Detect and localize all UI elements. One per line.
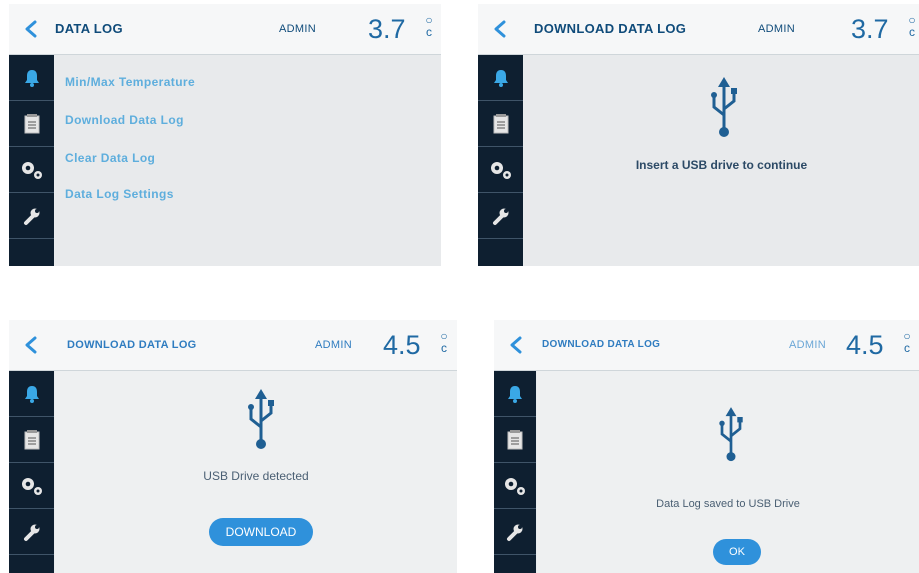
bell-icon <box>493 69 508 87</box>
temperature-unit: ○ c <box>908 13 916 39</box>
temperature-value: 4.5 <box>846 330 884 360</box>
notepad-icon <box>24 113 39 133</box>
menu-list: Min/Max Temperature Download Data Log Cl… <box>55 55 441 266</box>
temperature-unit: ○ c <box>903 329 911 355</box>
temperature-value: 3.7 <box>851 14 889 44</box>
sidebar-item-service[interactable] <box>9 193 54 239</box>
sidebar <box>9 55 54 266</box>
sidebar <box>9 371 54 573</box>
page-title: DATA LOG <box>55 21 123 36</box>
sidebar-item-alarms[interactable] <box>9 371 54 417</box>
menu-item-settings[interactable]: Data Log Settings <box>65 187 174 201</box>
panel-saved: DOWNLOAD DATA LOG ADMIN 4.5 ○ c Data Log… <box>494 320 919 573</box>
menu-item-min-max[interactable]: Min/Max Temperature <box>65 75 195 89</box>
chevron-left-icon[interactable] <box>21 18 43 40</box>
usb-icon <box>248 389 274 449</box>
gears-icon <box>21 161 42 179</box>
header-bar: DOWNLOAD DATA LOG ADMIN 4.5 ○ c <box>494 320 919 371</box>
sidebar-item-data-log[interactable] <box>9 101 54 147</box>
header-bar: DOWNLOAD DATA LOG ADMIN 3.7 ○ c <box>478 4 919 55</box>
user-label: ADMIN <box>279 23 316 35</box>
content-area: Insert a USB drive to continue <box>524 55 919 266</box>
page-title: DOWNLOAD DATA LOG <box>542 339 661 350</box>
user-label: ADMIN <box>315 339 352 351</box>
temperature-unit: ○ c <box>440 329 448 355</box>
gears-icon <box>505 477 525 495</box>
sidebar-item-data-log[interactable] <box>494 417 536 463</box>
header-bar: DATA LOG ADMIN 3.7 ○ c <box>9 4 441 55</box>
sidebar-item-data-log[interactable] <box>478 101 523 147</box>
sidebar-item-settings[interactable] <box>9 147 54 193</box>
temperature-unit: ○ c <box>425 13 433 39</box>
temperature-value: 4.5 <box>383 330 421 360</box>
sidebar-item-settings[interactable] <box>9 463 54 509</box>
sidebar-item-settings[interactable] <box>494 463 536 509</box>
gears-icon <box>490 161 511 179</box>
bell-icon <box>508 385 522 403</box>
status-message: Data Log saved to USB Drive <box>656 498 800 510</box>
wrench-icon <box>492 208 508 225</box>
chevron-left-icon[interactable] <box>490 18 512 40</box>
panel-usb-detected: DOWNLOAD DATA LOG ADMIN 4.5 ○ c USB Driv… <box>9 320 457 573</box>
header-bar: DOWNLOAD DATA LOG ADMIN 4.5 ○ c <box>9 320 457 371</box>
status-message: Insert a USB drive to continue <box>635 158 808 172</box>
content-area: USB Drive detected DOWNLOAD <box>55 371 457 573</box>
notepad-icon <box>24 429 39 449</box>
menu-item-download[interactable]: Download Data Log <box>65 113 184 127</box>
sidebar-item-service[interactable] <box>9 509 54 555</box>
sidebar-item-service[interactable] <box>478 193 523 239</box>
content-area: Data Log saved to USB Drive OK <box>537 371 919 573</box>
gears-icon <box>21 477 42 495</box>
bell-icon <box>24 69 39 87</box>
status-message: USB Drive detected <box>203 469 309 483</box>
ok-button[interactable]: OK <box>713 539 761 565</box>
page-title: DOWNLOAD DATA LOG <box>67 339 197 351</box>
chevron-left-icon[interactable] <box>506 334 528 356</box>
sidebar-item-settings[interactable] <box>478 147 523 193</box>
sidebar-item-alarms[interactable] <box>494 371 536 417</box>
temperature-value: 3.7 <box>368 14 406 44</box>
wrench-icon <box>23 208 39 225</box>
panel-data-log: DATA LOG ADMIN 3.7 ○ c Min/Max Temperatur… <box>9 4 441 266</box>
menu-item-clear[interactable]: Clear Data Log <box>65 151 155 165</box>
notepad-icon <box>507 429 523 449</box>
download-button[interactable]: DOWNLOAD <box>209 518 313 546</box>
wrench-icon <box>23 524 39 541</box>
sidebar-item-service[interactable] <box>494 509 536 555</box>
bell-icon <box>24 385 39 403</box>
user-label: ADMIN <box>789 339 826 351</box>
user-label: ADMIN <box>758 23 795 35</box>
notepad-icon <box>493 113 508 133</box>
wrench-icon <box>507 524 523 541</box>
usb-icon <box>719 407 743 462</box>
sidebar <box>478 55 523 266</box>
sidebar-item-alarms[interactable] <box>9 55 54 101</box>
panel-insert-usb: DOWNLOAD DATA LOG ADMIN 3.7 ○ c Insert a… <box>478 4 919 266</box>
usb-icon <box>711 77 737 137</box>
sidebar <box>494 371 536 573</box>
sidebar-item-data-log[interactable] <box>9 417 54 463</box>
page-title: DOWNLOAD DATA LOG <box>534 21 687 36</box>
chevron-left-icon[interactable] <box>21 334 43 356</box>
sidebar-item-alarms[interactable] <box>478 55 523 101</box>
